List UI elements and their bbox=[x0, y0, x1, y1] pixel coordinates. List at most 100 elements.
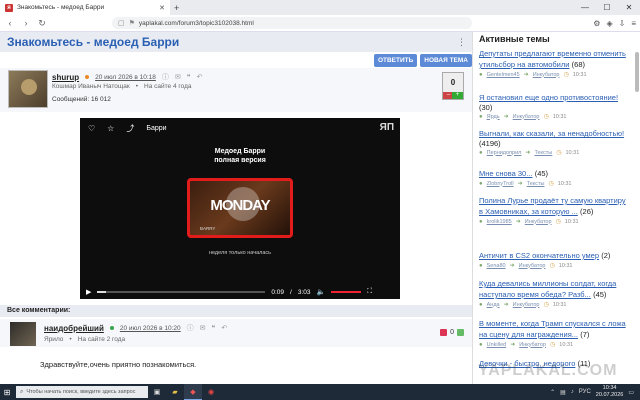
video-caption: неделя только началась bbox=[208, 250, 272, 256]
comment-author-row: наидобрейший 20 июл 2026 в 10:20 ⓘ ✉ ❝ ↶ bbox=[44, 323, 227, 333]
clock[interactable]: 10:34 20.07.2026 bbox=[596, 385, 624, 399]
browser-app-icon[interactable]: ◆ bbox=[184, 384, 202, 400]
downvote-icon[interactable] bbox=[440, 329, 448, 336]
video-player[interactable]: ♡ ☆ ⤴ Барри ЯП Медоед Барри полная верси… bbox=[80, 118, 400, 299]
new-tab-icon[interactable]: + bbox=[174, 3, 179, 13]
topic-section[interactable]: Тексты bbox=[534, 150, 552, 156]
video-channel[interactable]: Барри bbox=[146, 125, 166, 132]
reply-arrow-icon[interactable]: ↶ bbox=[197, 73, 203, 81]
topic-section[interactable]: Инкубатор bbox=[513, 302, 540, 308]
comment-date[interactable]: 20 июл 2026 в 10:20 bbox=[120, 325, 181, 332]
quote-icon[interactable]: ❝ bbox=[187, 73, 191, 81]
fullscreen-icon[interactable]: ⛶ bbox=[367, 288, 372, 296]
comment-avatar[interactable] bbox=[10, 322, 36, 346]
active-topic-item[interactable]: Куда девались миллионы солдат, когда нас… bbox=[479, 278, 629, 308]
topic-author[interactable]: Gentelmen45 bbox=[487, 72, 520, 78]
active-topic-link[interactable]: Депутаты предлагают временно отменить ут… bbox=[479, 49, 626, 69]
active-topic-item[interactable]: Мне снова 30... (45) ● ZlobnyTroll ➜ Тексты ◷… bbox=[479, 168, 629, 187]
taskbar-search[interactable]: ⌕ Чтобы начать поиск, введите здесь запр… bbox=[16, 386, 148, 398]
share-icon[interactable]: ⤴ bbox=[126, 123, 134, 134]
chevron-up-icon[interactable]: ⌃ bbox=[550, 389, 555, 396]
upvote-icon[interactable] bbox=[457, 329, 464, 336]
active-topic-link[interactable]: В моменте, когда Трамп спускался с ложа … bbox=[479, 319, 626, 339]
speaker-icon[interactable]: ♪ bbox=[571, 389, 574, 395]
star-icon[interactable]: ☆ bbox=[107, 124, 114, 133]
active-topic-count: (45) bbox=[534, 169, 549, 178]
folder-icon[interactable]: ▰ bbox=[166, 384, 184, 400]
heart-icon[interactable]: ♡ bbox=[88, 124, 95, 133]
topic-author[interactable]: Пернидоприл bbox=[487, 150, 522, 156]
topic-author[interactable]: ZlobnyTroll bbox=[487, 181, 514, 187]
topic-author[interactable]: krolik1985 bbox=[487, 219, 512, 225]
active-topic-link[interactable]: Мне снова 30... bbox=[479, 169, 532, 178]
topic-section[interactable]: Инкубатор bbox=[513, 114, 540, 120]
network-icon[interactable]: ▤ bbox=[560, 389, 566, 396]
active-topic-link[interactable]: Античит в CS2 окончательно умер bbox=[479, 251, 599, 260]
lang-indicator[interactable]: РУС bbox=[579, 389, 591, 395]
author-name[interactable]: shurup bbox=[52, 73, 79, 82]
active-topic-item[interactable]: Я остановил еще одно противостояние! (30… bbox=[479, 92, 629, 120]
reply-button[interactable]: ОТВЕТИТЬ bbox=[373, 54, 418, 67]
active-topic-link[interactable]: Выгнали, как сказали, за ненадобностью! bbox=[479, 129, 624, 138]
maximize-icon[interactable]: ☐ bbox=[596, 3, 618, 12]
windows-start-icon[interactable]: ⊞ bbox=[0, 388, 14, 397]
menu-icon[interactable]: ≡ bbox=[631, 19, 636, 28]
reply-arrow-icon[interactable]: ↶ bbox=[221, 324, 227, 332]
shield-icon[interactable]: ◈ bbox=[606, 19, 612, 28]
topic-section[interactable]: Инкубатор bbox=[519, 342, 546, 348]
active-topic-item[interactable]: Выгнали, как сказали, за ненадобностью! … bbox=[479, 128, 629, 156]
clock-icon: ◷ bbox=[549, 263, 555, 269]
info-icon[interactable]: ⓘ bbox=[187, 323, 194, 333]
bookmark-icon[interactable]: ▢ bbox=[118, 19, 125, 27]
active-topic-count: (30) bbox=[479, 103, 493, 112]
topic-author[interactable]: Анда bbox=[487, 302, 500, 308]
active-topic-item[interactable]: Полина Лурье продаёт ту самую квартиру в… bbox=[479, 195, 629, 225]
close-tab-icon[interactable]: ✕ bbox=[159, 4, 165, 12]
scrollbar-thumb[interactable] bbox=[635, 52, 639, 92]
browser-tab[interactable]: я Знакомьтесь - медоед Барри ✕ bbox=[0, 0, 170, 15]
topic-section[interactable]: Инкубатор bbox=[519, 263, 546, 269]
more-options-icon[interactable]: ⋮ bbox=[457, 37, 466, 48]
topic-author[interactable]: Sena80 bbox=[487, 263, 506, 269]
notifications-icon[interactable]: ▭ bbox=[628, 389, 634, 396]
quote-icon[interactable]: ❝ bbox=[212, 324, 216, 332]
play-icon[interactable]: ▶ bbox=[86, 288, 91, 296]
avatar[interactable] bbox=[8, 70, 48, 108]
task-view-icon[interactable]: ▣ bbox=[148, 384, 166, 400]
topic-section[interactable]: Инкубатор bbox=[525, 219, 552, 225]
topic-section[interactable]: Тексты bbox=[527, 181, 545, 187]
video-card-sub: BARRY bbox=[200, 226, 216, 231]
volume-icon[interactable]: 🔈 bbox=[317, 288, 326, 296]
minimize-icon[interactable]: — bbox=[574, 3, 596, 12]
post-date[interactable]: 20 июл 2026 в 10:18 bbox=[95, 74, 156, 81]
sidebar-scrollbar[interactable] bbox=[635, 42, 639, 382]
active-topic-item[interactable]: Депутаты предлагают временно отменить ут… bbox=[479, 48, 629, 78]
mail-icon[interactable]: ✉ bbox=[175, 73, 181, 81]
info-icon[interactable]: ⓘ bbox=[162, 72, 169, 82]
new-topic-button[interactable]: НОВАЯ ТЕМА bbox=[420, 54, 472, 67]
active-topic-item[interactable]: В моменте, когда Трамп спускался с ложа … bbox=[479, 318, 629, 348]
address-bar[interactable]: ▢ ⚑ yaplakal.com/forum3/topic3102038.htm… bbox=[112, 17, 472, 29]
url-text[interactable]: yaplakal.com/forum3/topic3102038.html bbox=[139, 20, 466, 27]
comment-author[interactable]: наидобрейший bbox=[44, 324, 104, 333]
active-topic-link[interactable]: Я остановил еще одно противостояние! bbox=[479, 93, 618, 102]
site-info-icon[interactable]: ⚑ bbox=[129, 19, 135, 27]
active-topic-item[interactable]: Античит в CS2 окончательно умер (2) ● Sena… bbox=[479, 250, 629, 269]
downloads-icon[interactable]: ⇩ bbox=[619, 19, 626, 28]
mail-icon[interactable]: ✉ bbox=[200, 324, 206, 332]
user-icon: ● bbox=[479, 341, 483, 348]
volume-slider[interactable] bbox=[331, 291, 362, 293]
reload-icon[interactable]: ↻ bbox=[36, 18, 48, 29]
topic-section[interactable]: Инкубатор bbox=[533, 72, 560, 78]
active-topic-link[interactable]: Полина Лурье продаёт ту самую квартиру в… bbox=[479, 196, 626, 216]
avatar-face bbox=[21, 79, 37, 95]
topic-author[interactable]: Unkilled bbox=[487, 342, 507, 348]
vivaldi-app-icon[interactable]: ◉ bbox=[202, 384, 220, 400]
rating-plus-button[interactable]: + bbox=[452, 92, 463, 99]
back-icon[interactable]: ‹ bbox=[4, 18, 16, 28]
forward-icon[interactable]: › bbox=[20, 18, 32, 28]
extensions-icon[interactable]: ⚙ bbox=[593, 19, 600, 28]
video-progress[interactable] bbox=[97, 291, 266, 293]
close-window-icon[interactable]: ✕ bbox=[618, 3, 640, 12]
topic-author[interactable]: Ярдь bbox=[487, 114, 500, 120]
